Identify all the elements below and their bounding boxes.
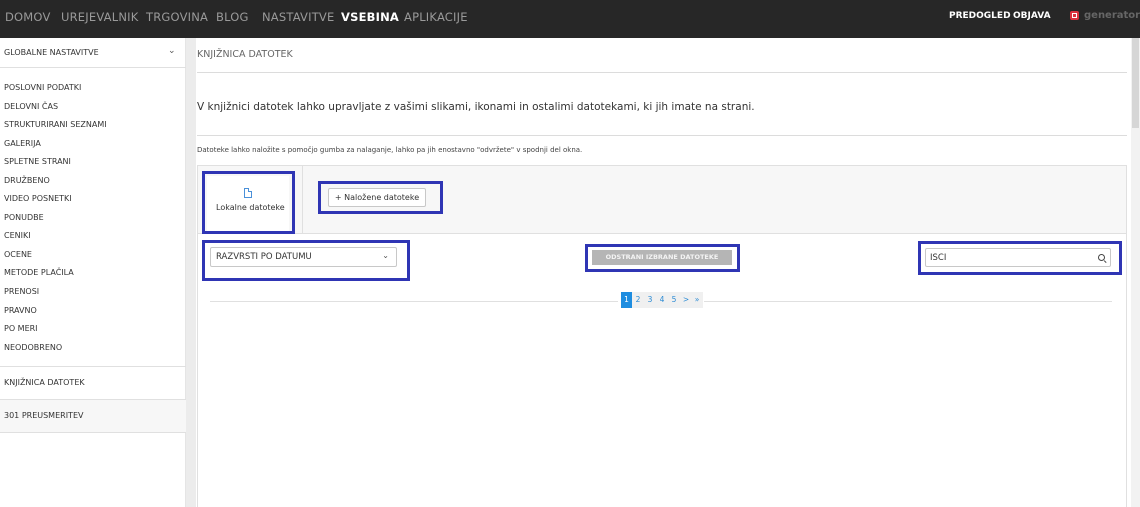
sidebar-item-ceniki[interactable]: CENIKI [4,231,31,240]
sidebar-item-ocene[interactable]: OCENE [4,250,32,259]
sidebar-item-ponudbe[interactable]: PONUDBE [4,213,44,222]
sidebar-item-metode-placila[interactable]: METODE PLAČILA [4,268,74,277]
sidebar-item-knjiznica-datotek[interactable]: KNJIŽNICA DATOTEK [4,378,85,387]
chevron-down-icon: ⌄ [382,251,389,260]
sort-select-value: RAZVRSTI PO DATUMU [216,252,312,262]
top-navigation-bar: DOMOV UREJEVALNIK TRGOVINA BLOG NASTAVIT… [0,0,1140,38]
sidebar-divider [0,366,186,367]
scrollbar-thumb[interactable] [1132,38,1139,128]
page-5-link[interactable]: 5 [668,292,680,308]
title-divider [197,72,1127,73]
nav-item-blog[interactable]: BLOG [216,10,249,24]
nav-item-aplikacije[interactable]: APLIKACIJE [404,10,468,24]
page-title: KNJIŽNICA DATOTEK [197,49,293,60]
pagination-line-right [704,301,1112,302]
sidebar-header-label: GLOBALNE NASTAVITVE [4,48,99,57]
intro-text: V knjižnici datotek lahko upravljate z v… [197,101,755,113]
pagination: 1 2 3 4 5 > » [621,292,703,308]
sort-select[interactable]: RAZVRSTI PO DATUMU ⌄ [210,247,397,267]
search-input[interactable] [930,251,1090,265]
sidebar-item-pravno[interactable]: PRAVNO [4,306,37,315]
sidebar-item-video-posnetki[interactable]: VIDEO POSNETKI [4,194,72,203]
nav-item-trgovina[interactable]: TRGOVINA [146,10,208,24]
page-scrollbar[interactable] [1131,38,1140,507]
pagination-line-left [210,301,618,302]
search-icon[interactable] [1098,254,1105,261]
search-field[interactable] [925,248,1111,267]
nav-item-domov[interactable]: DOMOV [5,10,51,24]
generator-logo-icon [1070,11,1079,20]
last-page-link[interactable]: » [691,292,703,308]
page-1-link[interactable]: 1 [621,292,632,308]
sidebar-item-poslovni-podatki[interactable]: POSLOVNI PODATKI [4,83,81,92]
intro-divider [197,135,1127,136]
sidebar-item-prenosi[interactable]: PRENOSI [4,287,39,296]
sidebar-item-neodobreno[interactable]: NEODOBRENO [4,343,62,352]
sidebar-divider [0,432,186,433]
page-4-link[interactable]: 4 [656,292,668,308]
sidebar-item-delovni-cas[interactable]: DELOVNI ČAS [4,102,58,111]
sidebar-item-spletne-strani[interactable]: SPLETNE STRANI [4,157,71,166]
sidebar-item-po-meri[interactable]: PO MERI [4,324,38,333]
brand-label: generator [1084,10,1140,21]
page-2-link[interactable]: 2 [632,292,644,308]
nav-item-vsebina[interactable]: VSEBINA [341,10,399,24]
tab-divider [302,166,303,234]
publish-button[interactable]: OBJAVA [1013,11,1051,21]
upload-files-button[interactable]: + Naložene datoteke [328,188,426,207]
delete-selected-files-button[interactable]: ODSTRANI IZBRANE DATOTEKE [592,250,732,265]
file-library-panel [197,165,1127,507]
chevron-down-icon: ⌄ [168,46,176,56]
sidebar-item-301-preusmeritev[interactable]: 301 PREUSMERITEV [4,411,83,420]
upload-hint-text: Datoteke lahko naložite s pomočjo gumba … [197,146,583,154]
nav-item-nastavitve[interactable]: NASTAVITVE [262,10,334,24]
document-icon [244,188,252,198]
sidebar-item-strukturirani-seznami[interactable]: STRUKTURIRANI SEZNAMI [4,120,107,129]
nav-item-urejevalnik[interactable]: UREJEVALNIK [61,10,138,24]
sidebar-header-global-settings[interactable]: GLOBALNE NASTAVITVE ⌄ [0,38,186,68]
tab-local-files-label: Lokalne datoteke [216,203,285,212]
preview-button[interactable]: PREDOGLED [949,11,1011,21]
sidebar-item-galerija[interactable]: GALERIJA [4,139,41,148]
sidebar-gutter [186,38,196,507]
page-3-link[interactable]: 3 [644,292,656,308]
sidebar-item-druzbeno[interactable]: DRUŽBENO [4,176,50,185]
